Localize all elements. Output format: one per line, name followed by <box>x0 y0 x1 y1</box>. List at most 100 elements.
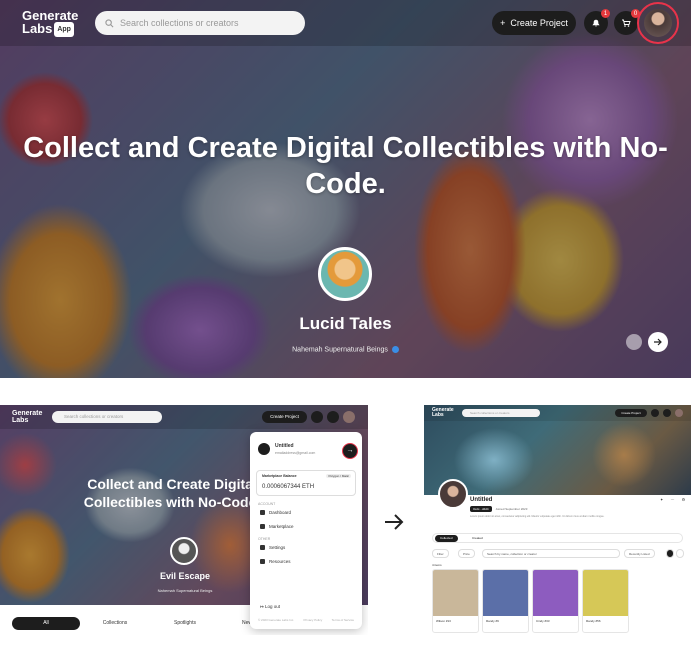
wallet-address-pill[interactable]: 0xdc...d4d4 <box>470 506 492 512</box>
menu-item-settings[interactable]: Settings <box>260 545 285 550</box>
nft-card-image <box>483 570 528 616</box>
creator-line[interactable]: Nahemah Supernatural Beings <box>0 346 691 353</box>
menu-item-resources[interactable]: Resources <box>260 559 291 564</box>
items-search-input[interactable]: Search by name, collection or creator <box>482 549 620 558</box>
carousel-prev-button[interactable] <box>626 334 642 350</box>
network-badge: Polygon / Matic <box>326 474 351 478</box>
logout-label: Log out <box>265 604 281 609</box>
footer-privacy-link[interactable]: Privacy Policy <box>304 618 323 622</box>
grid-view-icon[interactable] <box>666 549 674 558</box>
profile-name: Untitled <box>470 497 493 503</box>
profile-cart-button[interactable] <box>663 409 671 417</box>
profile-avatar <box>438 479 468 509</box>
mini-cart-button[interactable] <box>327 411 339 423</box>
profile-arrow-button[interactable]: → <box>342 443 358 459</box>
cart-button[interactable]: 0 <box>614 9 640 35</box>
star-icon <box>260 559 265 564</box>
menu-item-dashboard[interactable]: Dashboard <box>260 510 291 515</box>
search-placeholder: Search collections or creators <box>120 18 239 28</box>
joined-date: Joined September 2023 <box>495 507 528 511</box>
profile-description: Lorem ipsum dolor sit amet, consectetur … <box>470 515 605 518</box>
plus-icon: + <box>500 18 506 28</box>
mini-user-avatar[interactable] <box>343 411 355 423</box>
collection-name[interactable]: Lucid Tales <box>0 314 691 334</box>
tab-collected[interactable]: Collected <box>435 535 458 542</box>
search-input[interactable]: Search collections or creators <box>95 11 305 35</box>
nft-card-title: Randy #56 <box>586 619 601 623</box>
mini-create-project-button[interactable]: Create Project <box>262 411 307 423</box>
tab-spotlights[interactable]: Spotlights <box>165 617 205 630</box>
composite-screenshot: Generate Labs App Search collections or c… <box>0 0 691 650</box>
user-avatar[interactable] <box>644 9 672 37</box>
dropdown-user-name: Untitled <box>275 443 294 449</box>
profile-search-input[interactable]: Search collections or creators <box>462 409 540 417</box>
nft-card-image <box>583 570 628 616</box>
create-project-button[interactable]: + Create Project <box>492 11 576 35</box>
collection-avatar[interactable] <box>318 247 372 301</box>
resources-label: Resources <box>269 559 291 564</box>
profile-banner: Generate Labs Search collections or crea… <box>424 405 691 495</box>
nft-card-title: Cindy #33 <box>536 619 550 623</box>
notifications-button[interactable]: 1 <box>584 9 610 35</box>
user-avatar-highlight[interactable] <box>637 2 679 44</box>
carousel-next-button[interactable] <box>648 332 668 352</box>
nft-card[interactable]: Cindy #33 <box>532 569 579 633</box>
profile-page-screenshot: Generate Labs Search collections or crea… <box>424 405 691 635</box>
mini-collection-name[interactable]: Evil Escape <box>140 571 230 581</box>
lock-icon <box>260 524 265 529</box>
mini-notifications-button[interactable] <box>311 411 323 423</box>
gear-icon <box>260 545 265 550</box>
footer-terms-link[interactable]: Terms of Service <box>332 618 354 622</box>
profile-top-navigation-bar: Generate Labs Search collections or crea… <box>424 405 691 421</box>
nft-card[interactable]: Randy #9 <box>482 569 529 633</box>
tab-all[interactable]: All <box>12 617 80 630</box>
nft-card-image <box>533 570 578 616</box>
marketplace-label: Marketplace <box>269 524 294 529</box>
mini-hero-headline: Collect and Create Digital Collectibles … <box>83 476 261 510</box>
nft-card-image <box>433 570 478 616</box>
nft-card-title: Wilson #13 <box>436 619 451 623</box>
cart-icon <box>622 19 631 27</box>
profile-brand-logo[interactable]: Generate Labs <box>432 408 454 418</box>
tab-collections[interactable]: Collections <box>95 617 135 630</box>
nft-card-title: Randy #9 <box>486 619 499 623</box>
profile-user-avatar[interactable] <box>675 409 683 417</box>
profile-meta: 0xdc...d4d4 Joined September 2023 <box>470 506 527 512</box>
filter-bar: Filter Price Search by name, collection … <box>432 549 684 558</box>
bell-icon <box>592 19 600 27</box>
arrow-right-icon <box>654 338 662 346</box>
profile-notifications-button[interactable] <box>651 409 659 417</box>
hero-banner: Generate Labs App Search collections or c… <box>0 0 691 378</box>
brand-logo[interactable]: Generate Labs App <box>22 9 78 38</box>
footer-copyright: © 2023 Generate Labs Inc. <box>258 618 295 622</box>
logout-button[interactable]: ↦ Log out <box>260 604 280 610</box>
flow-arrow-icon <box>385 514 404 530</box>
price-dropdown[interactable]: Price <box>458 549 475 558</box>
nft-card[interactable]: Wilson #13 <box>432 569 479 633</box>
mini-brand-logo[interactable]: Generate Labs <box>12 410 42 424</box>
nft-card[interactable]: Randy #56 <box>582 569 629 633</box>
item-count: 4 items <box>432 563 442 567</box>
logo-line-2: Labs <box>22 21 53 36</box>
mini-search-input[interactable]: Search collections or creators <box>52 411 162 423</box>
menu-item-marketplace[interactable]: Marketplace <box>260 524 294 529</box>
tab-created[interactable]: Created <box>467 535 488 542</box>
creator-name: Nahemah Supernatural Beings <box>292 346 388 354</box>
profile-tabs: Collected Created <box>432 533 683 543</box>
create-project-label: Create Project <box>510 18 568 28</box>
mini-collection-avatar[interactable] <box>170 537 198 565</box>
list-view-icon[interactable] <box>676 549 684 558</box>
dropdown-user-email: emailaddress@gmail.com <box>275 451 316 455</box>
dropdown-menu-screenshot: Generate Labs Search collections or crea… <box>0 405 368 635</box>
app-tag: App <box>54 22 74 38</box>
filter-button[interactable]: Filter <box>432 549 449 558</box>
profile-create-project-button[interactable]: Create Project <box>615 409 647 417</box>
dropdown-footer: © 2023 Generate Labs Inc. Privacy Policy… <box>258 618 354 622</box>
search-icon <box>105 18 114 27</box>
sort-dropdown[interactable]: Recently Listed <box>624 549 655 558</box>
section-other-label: OTHER <box>258 537 271 541</box>
mini-creator-name[interactable]: Nahemah Supernatural Beings <box>130 588 240 593</box>
verified-icon <box>391 346 399 353</box>
balance-label: Marketplace Balance <box>262 474 297 478</box>
social-links[interactable]: ✦ ⋯ ⚙ <box>660 497 688 502</box>
